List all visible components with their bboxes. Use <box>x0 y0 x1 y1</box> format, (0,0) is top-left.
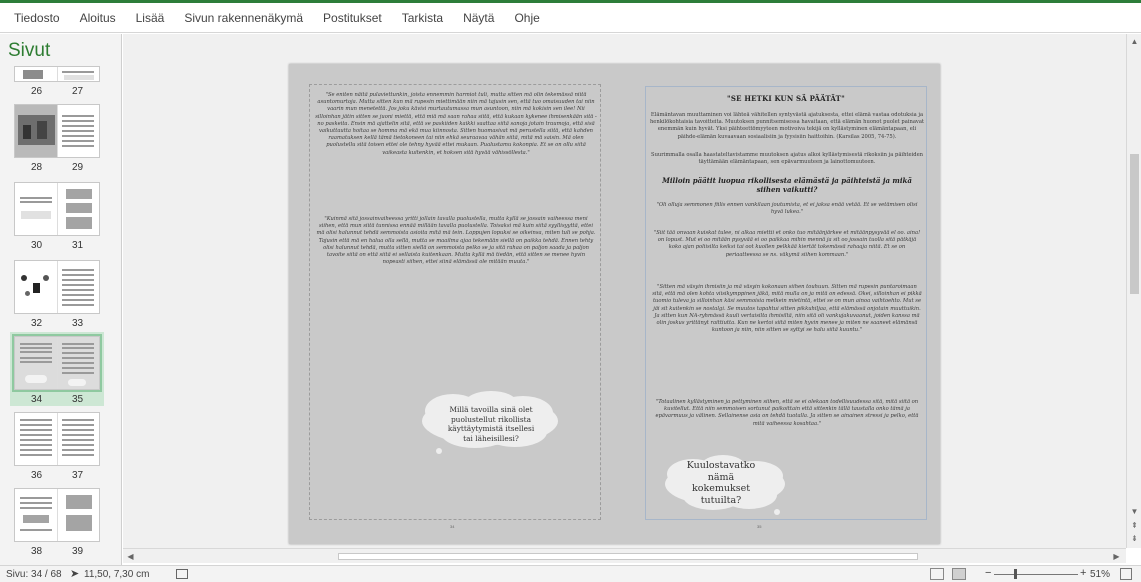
page-thumbnail-spread-selected[interactable]: 34 35 <box>12 334 102 405</box>
page-number-label: 31 <box>71 240 84 251</box>
page-thumbnail-spread[interactable]: 36 37 <box>14 412 100 481</box>
horizontal-scroll-thumb[interactable] <box>338 553 918 560</box>
zoom-level[interactable]: 51% <box>1090 569 1110 580</box>
pages-pane: Sivut 26 27 28 29 30 31 32 33 34 35 36 3… <box>0 34 122 565</box>
page-thumbnail[interactable] <box>58 67 100 81</box>
scroll-right-icon[interactable]: ▶ <box>1111 551 1122 562</box>
cursor-position-icon: ➤ <box>70 568 80 580</box>
page-number-label: 27 <box>71 86 84 97</box>
page-thumbnail[interactable] <box>15 261 58 313</box>
ribbon-tabs: Tiedosto Aloitus Lisää Sivun rakennenäky… <box>0 3 1141 33</box>
page-thumbnail[interactable] <box>58 413 100 465</box>
page-thumbnail-spread[interactable]: 32 33 <box>14 260 100 329</box>
page-number-label: 28 <box>30 162 43 173</box>
page-number-label: 38 <box>30 546 43 557</box>
page-number-label: 37 <box>71 470 84 481</box>
zoom-slider-handle[interactable] <box>1014 569 1017 579</box>
tab-aloitus[interactable]: Aloitus <box>80 11 116 25</box>
page-thumbnail[interactable] <box>15 413 58 465</box>
tab-lisaa[interactable]: Lisää <box>136 11 165 25</box>
page-35[interactable]: "SE HETKI KUN SÄ PÄÄTÄT" Elämäntavan muu… <box>615 64 940 544</box>
tab-ohje[interactable]: Ohje <box>514 11 539 25</box>
previous-page-icon[interactable]: ⇞ <box>1129 520 1140 531</box>
body-paragraph[interactable]: Suurimmalla osalla haastateltavistamme m… <box>649 152 925 166</box>
page-number-label: 39 <box>71 546 84 557</box>
vertical-scrollbar[interactable]: ▲ ▼ ⇞ ⇟ <box>1126 34 1141 548</box>
page-thumbnail-spread[interactable]: 30 31 <box>14 182 100 251</box>
scroll-up-icon[interactable]: ▲ <box>1129 36 1140 47</box>
zoom-controls: − + 51% <box>930 567 1140 581</box>
page-spread: "Se eniten näitä pulaviettunkin, joista … <box>289 64 940 544</box>
page-thumbnail[interactable] <box>58 183 100 235</box>
two-page-view-icon[interactable] <box>952 568 966 580</box>
fit-page-icon[interactable] <box>1120 568 1132 580</box>
page-number: 34 <box>450 524 455 529</box>
vertical-scroll-thumb[interactable] <box>1130 154 1139 294</box>
page-count-status[interactable]: Sivu: 34 / 68 <box>6 569 62 580</box>
page-number-label: 35 <box>71 394 84 405</box>
tab-postitukset[interactable]: Postitukset <box>323 11 382 25</box>
view-mode-icon[interactable] <box>176 569 188 579</box>
page-thumbnail-spread[interactable]: 28 29 <box>14 104 100 173</box>
zoom-out-icon[interactable]: − <box>985 567 991 579</box>
quote-text[interactable]: "Se eniten näitä pulaviettunkin, joista … <box>315 92 597 157</box>
tab-tiedosto[interactable]: Tiedosto <box>14 11 60 25</box>
tab-tarkista[interactable]: Tarkista <box>402 11 443 25</box>
quote-text[interactable]: "Sitten mä väsyin ihmisiin ja mä väsyin … <box>651 284 923 334</box>
page-thumbnail[interactable] <box>15 337 58 389</box>
single-page-view-icon[interactable] <box>930 568 944 580</box>
zoom-slider[interactable] <box>994 574 1078 575</box>
page-thumbnail[interactable] <box>15 183 58 235</box>
page-34[interactable]: "Se eniten näitä pulaviettunkin, joista … <box>289 64 614 544</box>
page-thumbnail-spread[interactable]: 26 27 <box>14 66 100 97</box>
page-number-label: 29 <box>71 162 84 173</box>
scroll-down-icon[interactable]: ▼ <box>1129 506 1140 517</box>
next-page-icon[interactable]: ⇟ <box>1129 533 1140 544</box>
page-number-label: 34 <box>30 394 43 405</box>
pages-pane-title: Sivut <box>8 40 51 61</box>
page-number-label: 36 <box>30 470 43 481</box>
page-thumbnail[interactable] <box>15 489 58 541</box>
cloud-question[interactable]: Kuulostavatko nämä kokemukset tutuilta? <box>679 460 763 506</box>
tab-sivun-rakennenakyma[interactable]: Sivun rakennenäkymä <box>184 11 303 25</box>
page-thumbnail[interactable] <box>58 105 100 157</box>
page-number-label: 26 <box>30 86 43 97</box>
zoom-in-icon[interactable]: + <box>1080 567 1086 579</box>
page-thumbnail[interactable] <box>57 337 99 389</box>
page-thumbnail[interactable] <box>58 261 100 313</box>
page-thumbnail[interactable] <box>15 105 58 157</box>
page-heading[interactable]: "SE HETKI KUN SÄ PÄÄTÄT" <box>651 94 921 103</box>
page-thumbnail-spread[interactable]: 38 39 <box>14 488 100 557</box>
page-number-label: 33 <box>71 318 84 329</box>
tab-nayta[interactable]: Näytä <box>463 11 494 25</box>
quote-text[interactable]: "Totaalinen kyllästyminen ja pettyminen … <box>651 399 923 428</box>
page-number: 35 <box>757 524 762 529</box>
horizontal-scrollbar[interactable]: ◀ ▶ <box>123 548 1126 563</box>
cursor-position-status: 11,50, 7,30 cm <box>84 569 150 580</box>
document-canvas[interactable]: "Se eniten näitä pulaviettunkin, joista … <box>123 34 1126 548</box>
quote-text[interactable]: "Oli olluja semmonen fiilis ennen vankil… <box>651 202 923 216</box>
scroll-left-icon[interactable]: ◀ <box>125 551 136 562</box>
page-thumbnail[interactable] <box>58 489 100 541</box>
page-thumbnail[interactable] <box>15 67 58 81</box>
status-bar: Sivu: 34 / 68 ➤ 11,50, 7,30 cm − + 51% <box>0 565 1141 582</box>
section-subheading[interactable]: Milloin päätit luopua rikollisesta elämä… <box>655 176 919 194</box>
quote-text[interactable]: "Kuinmä sitä jossainvaiheessa yritti jol… <box>315 216 597 266</box>
body-paragraph[interactable]: Elämäntavan muuttaminen voi lähteä vähit… <box>649 112 925 141</box>
page-number-label: 30 <box>30 240 43 251</box>
page-number-label: 32 <box>30 318 43 329</box>
quote-text[interactable]: "Siit tää onvaan kuiskat tulee, ni alkaa… <box>651 230 923 259</box>
cloud-question[interactable]: Millä tavoilla sinä olet puolustellut ri… <box>443 405 539 443</box>
